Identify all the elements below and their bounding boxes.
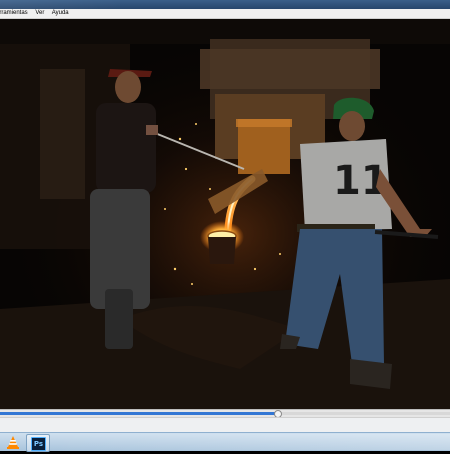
taskbar-vlc-button[interactable]: [2, 434, 24, 450]
left-cabinet: [40, 69, 85, 199]
photoshop-icon: Ps: [31, 437, 46, 451]
titlebar-ghost-menu: [0, 0, 120, 9]
taskbar-open-windows-area[interactable]: [52, 434, 450, 450]
window-titlebar: [0, 0, 450, 9]
seek-progress-fill: [0, 412, 277, 415]
vlc-cone-icon: [7, 436, 19, 449]
menu-bar: erramientas Ver Ayuda: [0, 9, 450, 19]
windows-taskbar: Ps: [0, 432, 450, 452]
menu-item-ayuda[interactable]: Ayuda: [52, 10, 69, 16]
video-scene: 11: [0, 19, 450, 409]
player-controls-strip: [0, 417, 450, 433]
video-frame[interactable]: 11: [0, 19, 450, 409]
taskbar-photoshop-button[interactable]: Ps: [26, 434, 50, 452]
menu-item-ver[interactable]: Ver: [35, 10, 44, 16]
menu-item-herramientas[interactable]: erramientas: [0, 10, 28, 16]
